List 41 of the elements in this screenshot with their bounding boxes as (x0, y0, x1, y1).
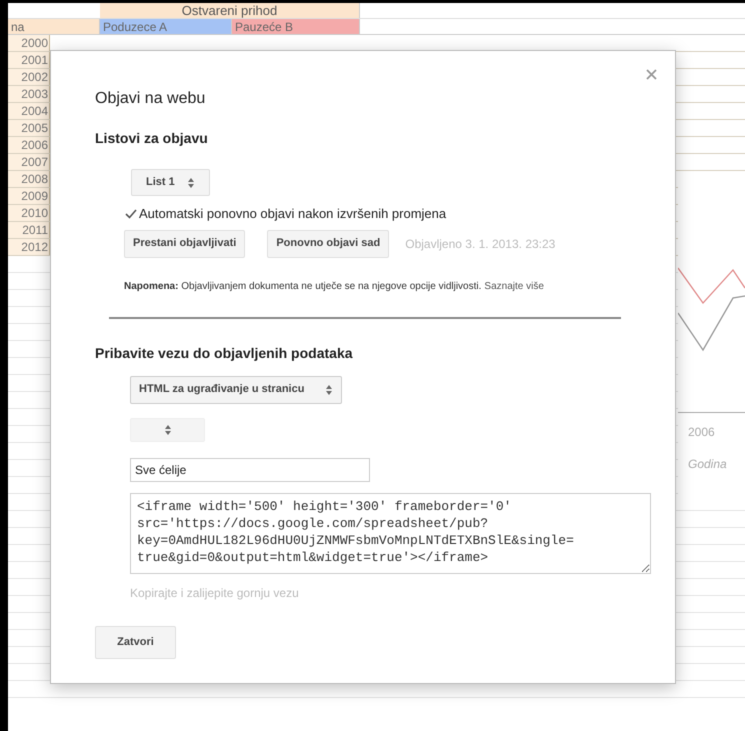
column-group-header: Ostvareni prihod (100, 3, 360, 18)
publish-action-button[interactable]: Prestani objavljivati (124, 230, 246, 258)
section-heading: Listovi za objavu (95, 129, 209, 148)
close-button[interactable] (646, 69, 657, 80)
axis-title: Godina (688, 456, 727, 473)
column-header: Pauzeće B (232, 19, 360, 34)
copy-hint: Kopirajte i zalijepite gornju vezu (130, 584, 299, 602)
year-cell: 2000 (8, 35, 50, 51)
year-cell: 2006 (8, 137, 50, 153)
up-down-caret-icon (164, 424, 172, 436)
year-cell: 2004 (8, 103, 50, 119)
embed-code-field[interactable]: <iframe width='500' height='300' frameborder='0' src='https://docs.google.com/spreadsheet/pub? key=0AmdHUL182L96dHU0UjZNMWFsbmVoMnpLNTdETXBnSlE&single= true&gid=0&output=html&widget=true'></iframe> (130, 492, 651, 574)
year-cell: 2009 (8, 188, 50, 204)
year-cell: 2002 (8, 69, 50, 85)
column-header: Poduzece A (100, 19, 232, 34)
year-cell: 2003 (8, 86, 50, 102)
year-cell: 2007 (8, 154, 50, 170)
axis-tick-label: 2006 (688, 424, 715, 441)
year-cell: 2012 (8, 239, 50, 255)
range-field[interactable]: Sve ćelije (130, 458, 370, 482)
year-cell: 2010 (8, 205, 50, 221)
up-down-caret-icon (186, 176, 195, 188)
auto-republish-checkbox[interactable] (124, 207, 137, 220)
checkbox-label: Automatski ponovno objavi nakon izvršenih promjena (139, 205, 446, 223)
year-cell: 2001 (8, 52, 50, 68)
checkmark-icon (124, 208, 136, 219)
year-cell: 2005 (8, 120, 50, 136)
section-heading: Pribavite vezu do objavljenih podataka (95, 344, 354, 363)
learn-more-link[interactable]: Saznajte više (484, 278, 544, 294)
year-cell: 2008 (8, 171, 50, 187)
note-text: Napomena: Objavljivanjem dokumenta ne utječe se na njegove opcije vidljivosti. (124, 280, 482, 294)
up-down-caret-icon (325, 384, 333, 396)
year-cell: 2011 (8, 222, 50, 238)
publish-action-button[interactable]: Ponovno objavi sad (267, 230, 390, 258)
published-status: Objavljeno 3. 1. 2013. 23:23 (405, 236, 556, 252)
close-dialog-button[interactable]: Zatvori (95, 626, 176, 658)
dialog-title: Objavi na webu (95, 89, 206, 109)
close-icon (646, 69, 657, 80)
sheet-select[interactable]: List 1 (131, 169, 210, 196)
column-header: na (8, 19, 100, 34)
format-select[interactable]: HTML za ugrađivanje u stranicu (130, 376, 342, 404)
